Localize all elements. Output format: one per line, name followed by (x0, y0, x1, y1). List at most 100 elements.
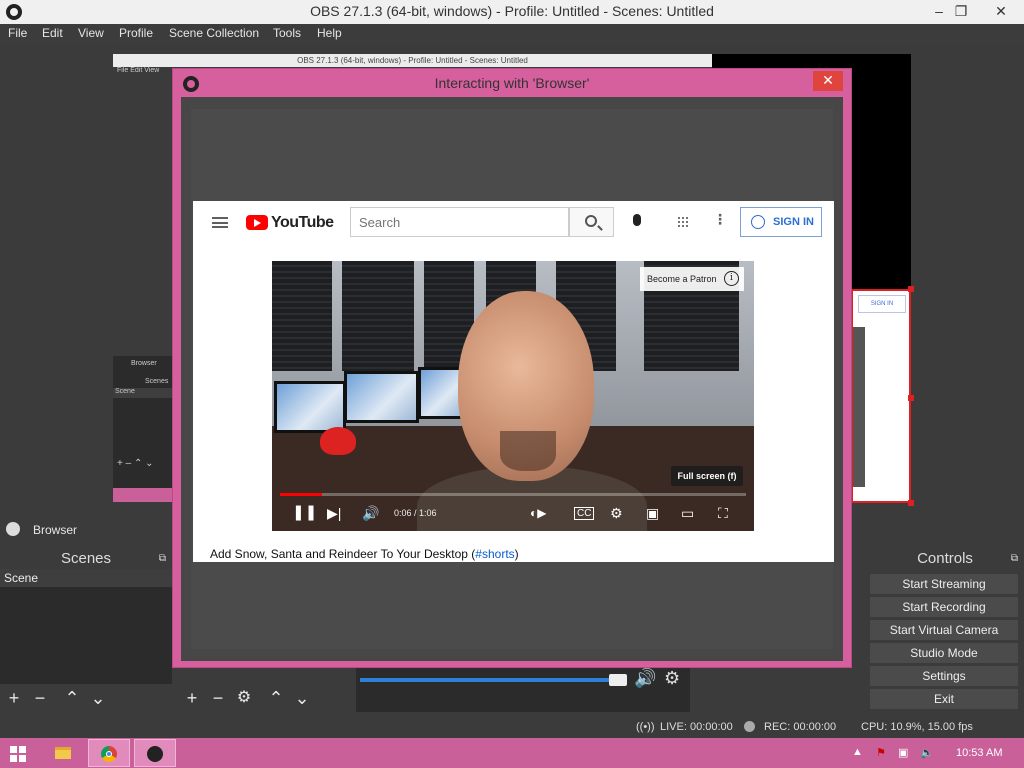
menu-edit[interactable]: Edit (42, 26, 63, 40)
youtube-wordmark[interactable]: YouTube (271, 214, 334, 232)
obs-title-bar: OBS 27.1.3 (64-bit, windows) - Profile: … (0, 0, 1024, 24)
video-progress-bar[interactable] (280, 493, 746, 496)
sources-toolbar: + − ⚙ ⌃ ⌄ (178, 684, 350, 712)
speaker-icon[interactable]: 🔊 (634, 668, 656, 689)
move-up-icon[interactable]: ⌃ (62, 688, 82, 708)
tray-expand-icon[interactable]: ▲ (852, 746, 863, 758)
volume-tray-icon[interactable]: 🔈 (920, 746, 934, 759)
move-source-down-icon[interactable]: ⌄ (292, 688, 312, 708)
mini-signin-button: SIGN IN (858, 295, 906, 313)
hamburger-menu-icon[interactable] (212, 217, 228, 228)
remove-source-icon[interactable]: − (208, 688, 228, 708)
captions-icon[interactable]: CC (574, 507, 595, 520)
scenes-list: Scene (0, 569, 172, 684)
fullscreen-tooltip: Full screen (f) (671, 466, 743, 486)
resize-handle[interactable] (908, 500, 914, 506)
selected-source-label: Browser (33, 523, 78, 537)
youtube-header: YouTube ⋮ SIGN IN (193, 201, 834, 245)
scenes-toolbar: + − ⌃ ⌄ (0, 684, 172, 712)
audio-mixer: 🔊 ⚙ (356, 668, 690, 712)
exit-button[interactable]: Exit (870, 689, 1018, 709)
menu-help[interactable]: Help (317, 26, 342, 40)
become-patron-overlay[interactable]: Become a Patron i (640, 267, 744, 291)
start-streaming-button[interactable]: Start Streaming (870, 574, 1018, 594)
clock[interactable]: 10:53 AM (956, 747, 1002, 759)
globe-icon (6, 522, 20, 536)
controls-dock-title: Controls ⧉ (866, 549, 1024, 569)
mini-video-thumbnail (853, 327, 865, 487)
video-controls: ❚❚ ▶| 🔊 0:06 / 1:06 ◐▶ CC ⚙ ▣ ▭ ⛶ (272, 497, 754, 531)
menu-profile[interactable]: Profile (119, 26, 153, 40)
restore-button[interactable]: ❐ (944, 0, 978, 24)
chrome-icon[interactable] (88, 739, 130, 767)
user-account-icon (751, 215, 765, 229)
live-timer: LIVE: 00:00:00 (660, 721, 733, 733)
volume-icon[interactable]: 🔊 (362, 505, 379, 521)
search-icon (585, 215, 597, 227)
settings-button[interactable]: Settings (870, 666, 1018, 686)
network-icon[interactable]: ▣ (898, 746, 908, 759)
menu-bar: File Edit View Profile Scene Collection … (0, 24, 1024, 44)
nested-window-title: OBS 27.1.3 (64-bit, windows) - Profile: … (113, 54, 712, 67)
studio-mode-button[interactable]: Studio Mode (870, 643, 1018, 663)
info-icon[interactable]: i (724, 271, 739, 286)
dialog-close-button[interactable]: ✕ (813, 71, 843, 91)
search-button[interactable] (569, 207, 614, 237)
video-player[interactable]: Become a Patron i Full screen (f) ❚❚ ▶| … (272, 261, 754, 531)
theater-mode-icon[interactable]: ▭ (681, 505, 694, 521)
file-explorer-icon[interactable] (42, 739, 84, 767)
scene-list-item[interactable]: Scene (0, 569, 172, 587)
move-source-up-icon[interactable]: ⌃ (266, 688, 286, 708)
record-indicator-icon (744, 721, 755, 732)
remove-scene-icon[interactable]: − (30, 688, 50, 708)
microphone-icon[interactable] (633, 214, 641, 226)
interact-dialog: Interacting with 'Browser' ✕ YouTube ⋮ S… (172, 68, 852, 668)
menu-tools[interactable]: Tools (273, 26, 301, 40)
volume-slider-handle[interactable] (609, 674, 627, 686)
menu-file[interactable]: File (8, 26, 27, 40)
status-bar: ((•)) LIVE: 00:00:00 REC: 00:00:00 CPU: … (0, 716, 1024, 738)
source-properties-gear-icon[interactable]: ⚙ (234, 688, 254, 708)
pause-icon[interactable]: ❚❚ (292, 505, 317, 521)
autoplay-toggle-icon[interactable]: ◐▶ (530, 505, 546, 521)
resize-handle[interactable] (908, 395, 914, 401)
undock-icon[interactable]: ⧉ (1011, 549, 1018, 569)
shorts-hashtag-link[interactable]: #shorts (475, 547, 514, 561)
cpu-fps-readout: CPU: 10.9%, 15.00 fps (861, 721, 973, 733)
scenes-dock-title: Scenes ⧉ (0, 549, 172, 569)
close-button[interactable]: ✕ (984, 0, 1018, 24)
miniplayer-icon[interactable]: ▣ (646, 505, 659, 521)
fullscreen-icon[interactable]: ⛶ (718, 505, 728, 521)
menu-view[interactable]: View (78, 26, 104, 40)
windows-start-icon[interactable] (10, 746, 26, 762)
video-progress-played (280, 493, 322, 496)
window-title: OBS 27.1.3 (64-bit, windows) - Profile: … (310, 3, 714, 19)
rec-timer: REC: 00:00:00 (764, 721, 837, 733)
undock-icon[interactable]: ⧉ (159, 549, 166, 569)
add-scene-icon[interactable]: + (4, 688, 24, 708)
action-center-icon[interactable]: ⚑ (876, 746, 886, 759)
apps-grid-icon[interactable] (677, 216, 689, 228)
youtube-page: YouTube ⋮ SIGN IN (193, 201, 834, 562)
start-virtual-camera-button[interactable]: Start Virtual Camera (870, 620, 1018, 640)
move-down-icon[interactable]: ⌄ (88, 688, 108, 708)
mixer-gear-icon[interactable]: ⚙ (664, 668, 680, 689)
menu-scene-collection[interactable]: Scene Collection (169, 26, 259, 40)
video-title: Add Snow, Santa and Reindeer To Your Des… (210, 547, 519, 561)
selected-source-frame[interactable]: SIGN IN (851, 289, 911, 503)
add-source-icon[interactable]: + (182, 688, 202, 708)
nested-scenes-panel: Browser Scenes Scene + – ⌃ ⌄ (113, 356, 173, 502)
search-input[interactable] (350, 207, 569, 237)
obs-taskbar-icon[interactable] (134, 739, 176, 767)
windows-taskbar: ▲ ⚑ ▣ 🔈 10:53 AM (0, 738, 1024, 768)
video-time: 0:06 / 1:06 (394, 508, 437, 518)
live-icon: ((•)) (636, 721, 655, 733)
start-recording-button[interactable]: Start Recording (870, 597, 1018, 617)
next-icon[interactable]: ▶| (327, 505, 341, 521)
youtube-logo-icon[interactable] (246, 215, 268, 230)
more-vertical-icon[interactable]: ⋮ (713, 211, 727, 228)
sign-in-button[interactable]: SIGN IN (740, 207, 822, 237)
resize-handle[interactable] (908, 286, 914, 292)
volume-slider-track[interactable] (360, 678, 622, 682)
settings-gear-icon[interactable]: ⚙ (610, 505, 623, 521)
